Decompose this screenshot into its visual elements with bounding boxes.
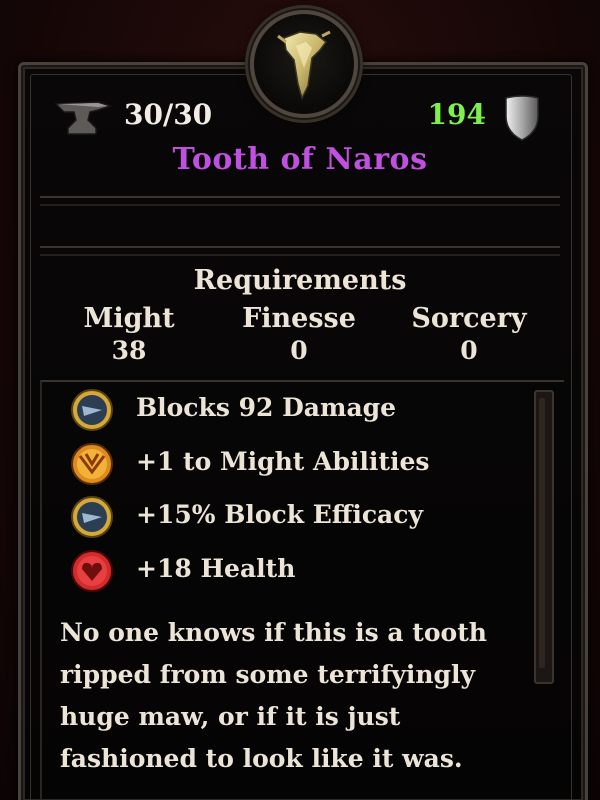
requirement-value: 38: [111, 336, 147, 365]
scrollbar-thumb[interactable]: [539, 398, 545, 668]
requirement-label: Sorcery: [411, 303, 527, 334]
block-orb-icon: [71, 389, 113, 431]
flavor-line: huge maw, or if it is just: [60, 702, 401, 731]
requirement-value: 0: [290, 336, 308, 365]
stat-row: +18 Health: [70, 549, 530, 597]
stat-row: +1 to Might Abilities: [70, 442, 530, 490]
requirements-title: Requirements: [193, 265, 407, 296]
stat-row: Blocks 92 Damage: [70, 388, 530, 436]
might-orb-icon: [71, 443, 113, 485]
stat-text: Blocks 92 Damage: [136, 393, 397, 422]
armor-value: 194: [427, 98, 486, 131]
stat-text: +18 Health: [136, 554, 296, 583]
header-divider: [40, 196, 560, 206]
stat-text: +15% Block Efficacy: [136, 500, 423, 529]
flavor-line: No one knows if this is a tooth: [60, 618, 487, 647]
requirement-value: 0: [460, 336, 478, 365]
requirement-might: Might 38: [44, 303, 214, 365]
tooth-icon: [277, 30, 331, 100]
health-orb-icon: [71, 550, 113, 592]
flavor-line: fashioned to look like it was.: [60, 744, 463, 773]
flavor-line: ripped from some terrifyingly: [60, 660, 476, 689]
stat-text: +1 to Might Abilities: [136, 447, 430, 476]
stat-row: +15% Block Efficacy: [70, 495, 530, 543]
shield-icon: [505, 95, 539, 141]
requirement-label: Might: [83, 303, 175, 334]
requirement-label: Finesse: [242, 303, 356, 334]
anvil-icon: [54, 101, 112, 135]
stats-scrollbar[interactable]: [534, 390, 554, 684]
block-orb-icon: [71, 496, 113, 538]
item-name: Tooth of Naros: [172, 142, 428, 177]
requirement-sorcery: Sorcery 0: [384, 303, 554, 365]
header-divider-2: [40, 246, 560, 256]
item-header-row: 30/30 194: [0, 94, 600, 141]
requirement-finesse: Finesse 0: [214, 303, 384, 365]
flavor-text: No one knows if this is a tooth ripped f…: [60, 612, 530, 780]
durability-value: 30/30: [124, 98, 213, 131]
